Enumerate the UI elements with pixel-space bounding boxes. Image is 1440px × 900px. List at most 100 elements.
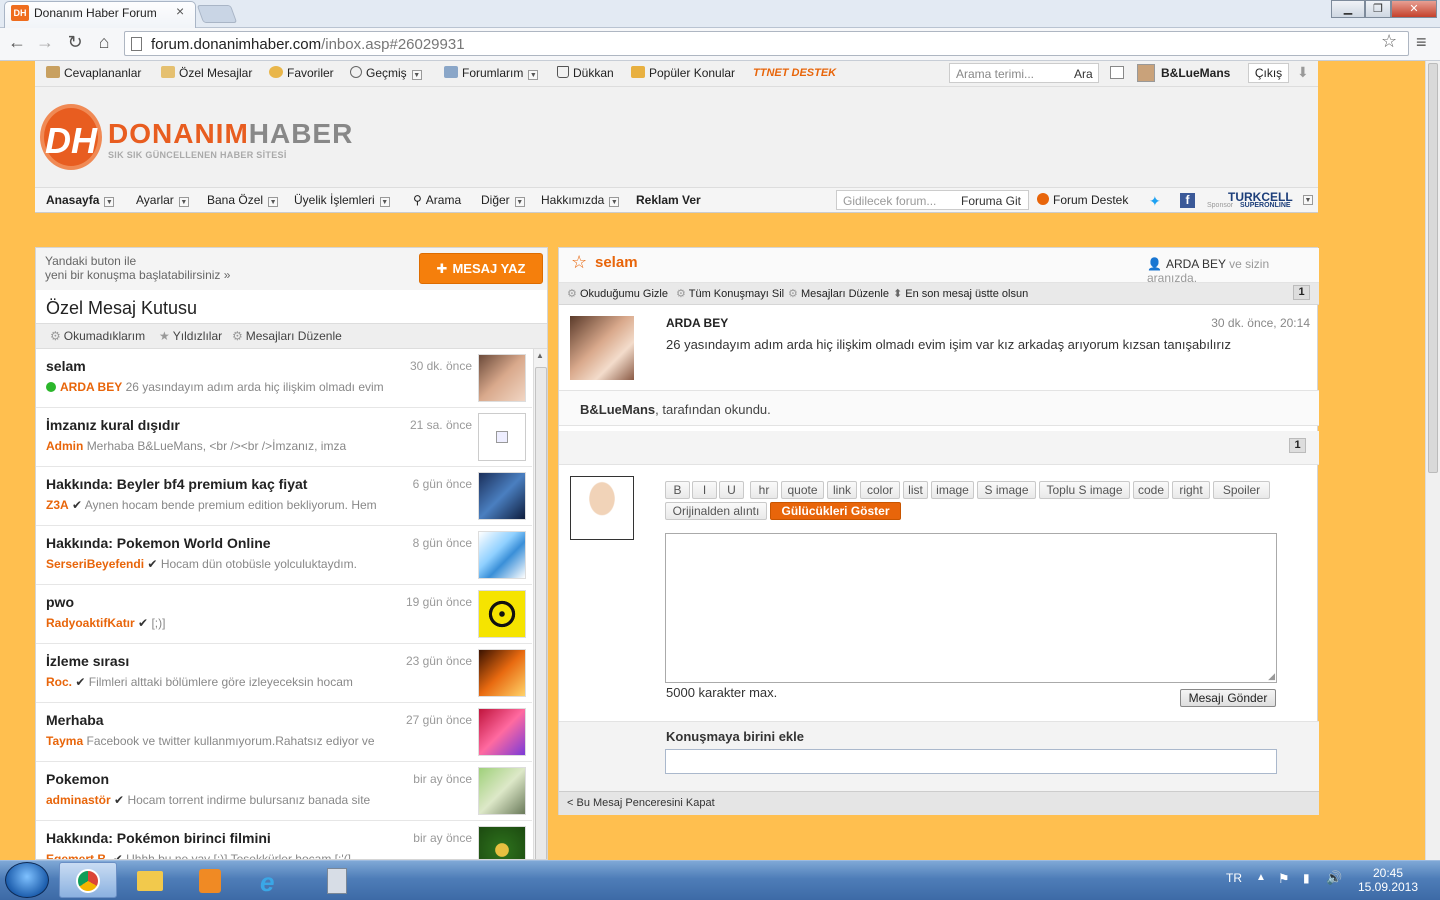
logout-button[interactable]: Çıkış: [1248, 63, 1289, 83]
chevron-down-icon[interactable]: ▼: [514, 197, 525, 207]
nav-advertise[interactable]: Reklam Ver: [636, 193, 701, 207]
forward-icon[interactable]: →: [34, 32, 56, 53]
resize-grip-icon[interactable]: ◢: [1268, 671, 1275, 682]
chevron-down-icon[interactable]: ▼: [609, 197, 620, 207]
hide-read-button[interactable]: ⚙ Okuduğumu Gizle: [567, 287, 668, 300]
list-item[interactable]: İmzanız kural dışıdır 21 sa. önce Admin …: [36, 408, 532, 467]
current-username[interactable]: B&LueMans: [1161, 66, 1230, 80]
quote-original-button[interactable]: Orijinalden alıntı: [665, 502, 767, 520]
avatar[interactable]: [478, 649, 526, 697]
address-bar[interactable]: forum.donanimhaber.com/inbox.asp#2602993…: [124, 31, 1409, 56]
image-button[interactable]: image: [931, 481, 974, 499]
filter-starred[interactable]: ★ Yıldızlılar: [159, 329, 222, 343]
forum-support-link[interactable]: Forum Destek: [1037, 193, 1128, 207]
nav-home[interactable]: Anasayfa ▼: [46, 193, 115, 207]
topbar-my-forums[interactable]: Forumlarım ▼: [444, 66, 539, 80]
chevron-down-icon[interactable]: ▼: [104, 197, 115, 207]
nav-membership[interactable]: Üyelik İşlemleri ▼: [294, 193, 390, 207]
tab-close-icon[interactable]: ×: [176, 3, 184, 19]
nav-about[interactable]: Hakkımızda ▼: [541, 193, 620, 207]
sender-name[interactable]: Tayma: [46, 734, 83, 748]
chevron-down-icon[interactable]: ▼: [379, 197, 390, 207]
chevron-down-icon[interactable]: ▼: [1303, 195, 1313, 205]
list-item[interactable]: Hakkında: Pokemon World Online 8 gün önc…: [36, 526, 532, 585]
s-image-button[interactable]: S image: [977, 481, 1036, 499]
reload-icon[interactable]: ↻: [64, 32, 86, 53]
list-item[interactable]: İzleme sırası 23 gün önce Roc. ✔ Filmler…: [36, 644, 532, 703]
underline-button[interactable]: U: [719, 481, 744, 499]
newest-first-button[interactable]: ⬍ En son mesaj üstte olsun: [893, 287, 1028, 300]
forum-jump-button[interactable]: Foruma Git: [961, 194, 1021, 208]
search-button[interactable]: Ara: [1074, 67, 1093, 81]
back-icon[interactable]: ←: [6, 32, 28, 53]
taskbar-chrome[interactable]: [59, 862, 117, 898]
sponsor-logo[interactable]: TURKCELL Sponsor SUPERONLINE: [1206, 190, 1294, 210]
list-item[interactable]: selam 30 dk. önce ARDA BEY 26 yasındayım…: [36, 349, 532, 408]
taskbar-media[interactable]: [181, 862, 239, 898]
page-scrollbar[interactable]: [1425, 61, 1440, 860]
hr-button[interactable]: hr: [750, 481, 778, 499]
home-icon[interactable]: ⌂: [93, 32, 115, 53]
topbar-history[interactable]: Geçmiş ▼: [350, 66, 422, 80]
avatar[interactable]: [478, 531, 526, 579]
topbar-popular[interactable]: Popüler Konular: [631, 66, 735, 80]
list-item[interactable]: Hakkında: Beyler bf4 premium kaç fiyat 6…: [36, 467, 532, 526]
message-textarea[interactable]: ◢: [665, 533, 1277, 683]
ttnet-support-link[interactable]: TTNET DESTEK: [753, 67, 836, 79]
page-scrollbar-thumb[interactable]: [1428, 63, 1438, 473]
tray-expand-icon[interactable]: ▲: [1256, 872, 1266, 883]
taskbar-explorer[interactable]: [121, 862, 179, 898]
close-window-button[interactable]: ✕: [1391, 0, 1437, 18]
list-scrollbar[interactable]: ▲: [533, 349, 547, 859]
clock[interactable]: 20:45 15.09.2013: [1340, 866, 1436, 894]
color-button[interactable]: color: [860, 481, 900, 499]
page-number[interactable]: 1: [1289, 438, 1306, 453]
show-smileys-button[interactable]: Gülücükleri Göster: [770, 502, 901, 520]
avatar[interactable]: [478, 826, 526, 859]
menu-icon[interactable]: ≡: [1416, 32, 1427, 53]
italic-button[interactable]: I: [692, 481, 717, 499]
link-button[interactable]: link: [827, 481, 857, 499]
topbar-shop[interactable]: Dükkan: [557, 66, 614, 80]
avatar[interactable]: [570, 316, 634, 380]
nav-search[interactable]: ⚲ Arama: [413, 193, 461, 207]
user-avatar[interactable]: [1137, 64, 1155, 82]
list-item[interactable]: Pokemon bir ay önce adminastör ✔ Hocam t…: [36, 762, 532, 821]
flag-icon[interactable]: ⚑: [1278, 871, 1290, 887]
pin-icon[interactable]: ⬇: [1297, 64, 1309, 81]
list-button[interactable]: list: [903, 481, 928, 499]
chevron-down-icon[interactable]: ▼: [268, 197, 279, 207]
nav-other[interactable]: Diğer ▼: [481, 193, 525, 207]
delete-conversation-button[interactable]: ⚙ Tüm Konuşmayı Sil: [676, 287, 784, 300]
network-icon[interactable]: ▮: [1303, 871, 1310, 885]
avatar[interactable]: [478, 472, 526, 520]
filter-unread[interactable]: ⚙ Okumadıklarım: [50, 329, 145, 343]
logo-wordmark[interactable]: DONANIMHABER: [108, 118, 353, 150]
sender-name[interactable]: RadyoaktifKatır: [46, 616, 135, 630]
close-window-link[interactable]: < Bu Mesaj Penceresini Kapat: [567, 797, 715, 809]
sender-name[interactable]: ARDA BEY: [60, 380, 122, 394]
sender-name[interactable]: Z3A: [46, 498, 69, 512]
twitter-icon[interactable]: ✦: [1149, 193, 1161, 210]
taskbar-calculator[interactable]: [308, 862, 366, 898]
scroll-up-icon[interactable]: ▲: [536, 351, 544, 360]
send-message-button[interactable]: Mesajı Gönder: [1180, 689, 1276, 707]
search-input[interactable]: Arama terimi...: [956, 67, 1034, 81]
facebook-icon[interactable]: f: [1180, 193, 1195, 208]
topbar-replied[interactable]: Cevaplananlar: [46, 66, 141, 80]
list-item[interactable]: pwo 19 gün önce RadyoaktifKatır ✔ [;)]: [36, 585, 532, 644]
avatar[interactable]: [478, 767, 526, 815]
quote-button[interactable]: quote: [781, 481, 824, 499]
add-participant-input[interactable]: [665, 749, 1277, 774]
bookmark-star-icon[interactable]: ☆: [1381, 31, 1397, 52]
broken-image-icon[interactable]: [478, 413, 526, 461]
topbar-search[interactable]: Arama terimi... Ara: [949, 63, 1099, 83]
language-indicator[interactable]: TR: [1226, 871, 1242, 885]
forum-jump[interactable]: Gidilecek forum... Foruma Git: [836, 190, 1029, 210]
scrollbar-thumb[interactable]: [535, 367, 547, 859]
chevron-down-icon[interactable]: ▼: [411, 70, 422, 80]
right-align-button[interactable]: right: [1172, 481, 1210, 499]
write-message-button[interactable]: ✚ MESAJ YAZ: [419, 253, 543, 284]
radiation-icon[interactable]: [478, 590, 526, 638]
chevron-down-icon[interactable]: ▼: [528, 70, 539, 80]
